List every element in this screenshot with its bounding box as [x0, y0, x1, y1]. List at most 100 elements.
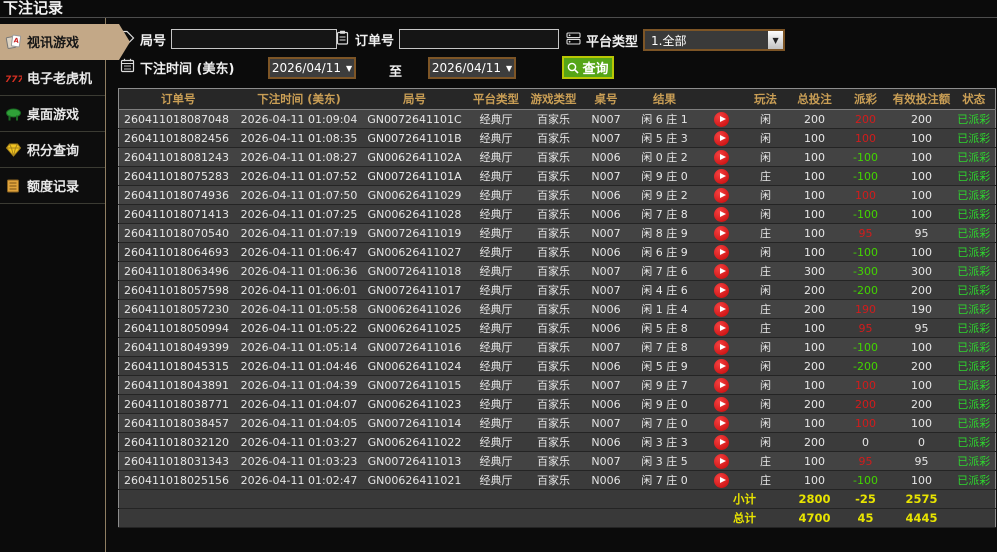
cell-bet_time: 2026-04-11 01:07:50: [237, 185, 361, 205]
date-from-picker[interactable]: 2026/04/11 ▼: [268, 57, 356, 79]
cell-table_no: N006: [583, 299, 629, 319]
replay-play-button[interactable]: [714, 472, 729, 488]
cell-status: 已派彩: [952, 109, 996, 129]
cell-status: 已派彩: [952, 432, 996, 452]
cell-platform: 经典厅: [468, 432, 524, 452]
cell-platform: 经典厅: [468, 280, 524, 300]
search-button[interactable]: 查询: [562, 56, 614, 79]
column-header-play: [700, 88, 743, 110]
platform-type-select[interactable]: 1.全部 ▼: [643, 29, 786, 51]
title-divider: [0, 17, 997, 18]
dropdown-arrow-icon: ▼: [768, 31, 784, 49]
replay-play-button[interactable]: [714, 396, 729, 412]
replay-play-button[interactable]: [714, 301, 729, 317]
cell-bet_time: 2026-04-11 01:05:14: [237, 337, 361, 357]
cell-valid_bet: 100: [890, 470, 953, 490]
grand-total-spacer: [118, 508, 701, 528]
cell-result: 闲 9 庄 0: [628, 166, 701, 186]
cell-game_type: 百家乐: [523, 185, 584, 205]
cell-platform: 经典厅: [468, 337, 524, 357]
date-to-picker[interactable]: 2026/04/11 ▼: [428, 57, 516, 79]
cell-valid_bet: 100: [890, 185, 953, 205]
table-row: 260411018074936 2026-04-11 01:07:50 GN0062…: [118, 185, 996, 205]
replay-play-button[interactable]: [714, 149, 729, 165]
sidebar-item-quota-records[interactable]: 额度记录: [0, 168, 105, 204]
replay-play-button[interactable]: [714, 282, 729, 298]
cell-payout: 100: [840, 375, 891, 395]
replay-play-button[interactable]: [714, 225, 729, 241]
cell-play_type: 闲: [742, 375, 789, 395]
replay-play-button[interactable]: [714, 377, 729, 393]
page-title: 下注记录: [3, 0, 64, 17]
round-no-label: 局号: [140, 33, 167, 49]
cell-order_no: 260411018057598: [118, 280, 238, 300]
cell-round_no: GN0062641102A: [360, 147, 469, 167]
cell-platform: 经典厅: [468, 223, 524, 243]
cell-order_no: 260411018064693: [118, 242, 238, 262]
cell-order_no: 260411018082456: [118, 128, 238, 148]
sidebar: A 视讯游戏 777 电子老虎机桌面游戏积分查询额度记录: [0, 18, 130, 552]
sidebar-item-points-query[interactable]: 积分查询: [0, 132, 105, 168]
cell-valid_bet: 300: [890, 261, 953, 281]
cell-total_bet: 100: [788, 185, 841, 205]
sidebar-item-label: 电子老虎机: [27, 72, 93, 87]
cell-replay: [700, 394, 743, 414]
cell-table_no: N007: [583, 166, 629, 186]
sidebar-item-label: 积分查询: [27, 144, 80, 159]
cell-bet_time: 2026-04-11 01:08:35: [237, 128, 361, 148]
replay-play-button[interactable]: [714, 130, 729, 146]
round-no-input[interactable]: [171, 29, 338, 49]
cell-play_type: 闲: [742, 413, 789, 433]
sidebar-item-table-games[interactable]: 桌面游戏: [0, 96, 105, 132]
table-row: 260411018038771 2026-04-11 01:04:07 GN0062…: [118, 394, 996, 414]
cell-replay: [700, 356, 743, 376]
cell-game_type: 百家乐: [523, 147, 584, 167]
cell-order_no: 260411018050994: [118, 318, 238, 338]
cell-play_type: 闲: [742, 337, 789, 357]
cell-valid_bet: 100: [890, 204, 953, 224]
replay-play-button[interactable]: [714, 320, 729, 336]
cell-order_no: 260411018038771: [118, 394, 238, 414]
sidebar-item-slots[interactable]: 777 电子老虎机: [0, 60, 105, 96]
order-no-input[interactable]: [399, 29, 560, 49]
cell-round_no: GN00626411027: [360, 242, 469, 262]
cell-platform: 经典厅: [468, 318, 524, 338]
replay-play-button[interactable]: [714, 206, 729, 222]
bet-records-page: 下注记录 A 视讯游戏 777 电子老虎机 桌面游戏 积分查询 额度记录 局号 订单号 平台…: [0, 0, 997, 552]
replay-play-button[interactable]: [714, 187, 729, 203]
replay-play-button[interactable]: [714, 453, 729, 469]
grand-total-total-bet: 4700: [788, 508, 841, 528]
cell-total_bet: 100: [788, 147, 841, 167]
cell-round_no: GN00726411017: [360, 280, 469, 300]
replay-play-button[interactable]: [714, 111, 729, 127]
cell-result: 闲 7 庄 0: [628, 470, 701, 490]
replay-play-button[interactable]: [714, 434, 729, 450]
quota-notes-icon: [5, 179, 22, 193]
replay-play-button[interactable]: [714, 415, 729, 431]
cell-status: 已派彩: [952, 451, 996, 471]
cell-game_type: 百家乐: [523, 299, 584, 319]
grand-total-status-spacer: [952, 508, 996, 528]
replay-play-button[interactable]: [714, 263, 729, 279]
cell-valid_bet: 100: [890, 242, 953, 262]
replay-play-button[interactable]: [714, 168, 729, 184]
grand-total-label: 总计: [700, 508, 789, 528]
cell-payout: -100: [840, 337, 891, 357]
svg-text:777: 777: [5, 75, 22, 84]
replay-play-button[interactable]: [714, 244, 729, 260]
cell-game_type: 百家乐: [523, 109, 584, 129]
cell-payout: 95: [840, 223, 891, 243]
replay-play-button[interactable]: [714, 339, 729, 355]
cell-replay: [700, 128, 743, 148]
cell-total_bet: 100: [788, 128, 841, 148]
cell-order_no: 260411018071413: [118, 204, 238, 224]
cell-total_bet: 300: [788, 261, 841, 281]
cell-play_type: 闲: [742, 128, 789, 148]
cell-payout: -100: [840, 204, 891, 224]
sidebar-item-label: 桌面游戏: [27, 108, 80, 123]
replay-play-button[interactable]: [714, 358, 729, 374]
cell-payout: -100: [840, 470, 891, 490]
cell-status: 已派彩: [952, 261, 996, 281]
sidebar-item-video-games[interactable]: A 视讯游戏: [0, 24, 130, 60]
cell-game_type: 百家乐: [523, 337, 584, 357]
